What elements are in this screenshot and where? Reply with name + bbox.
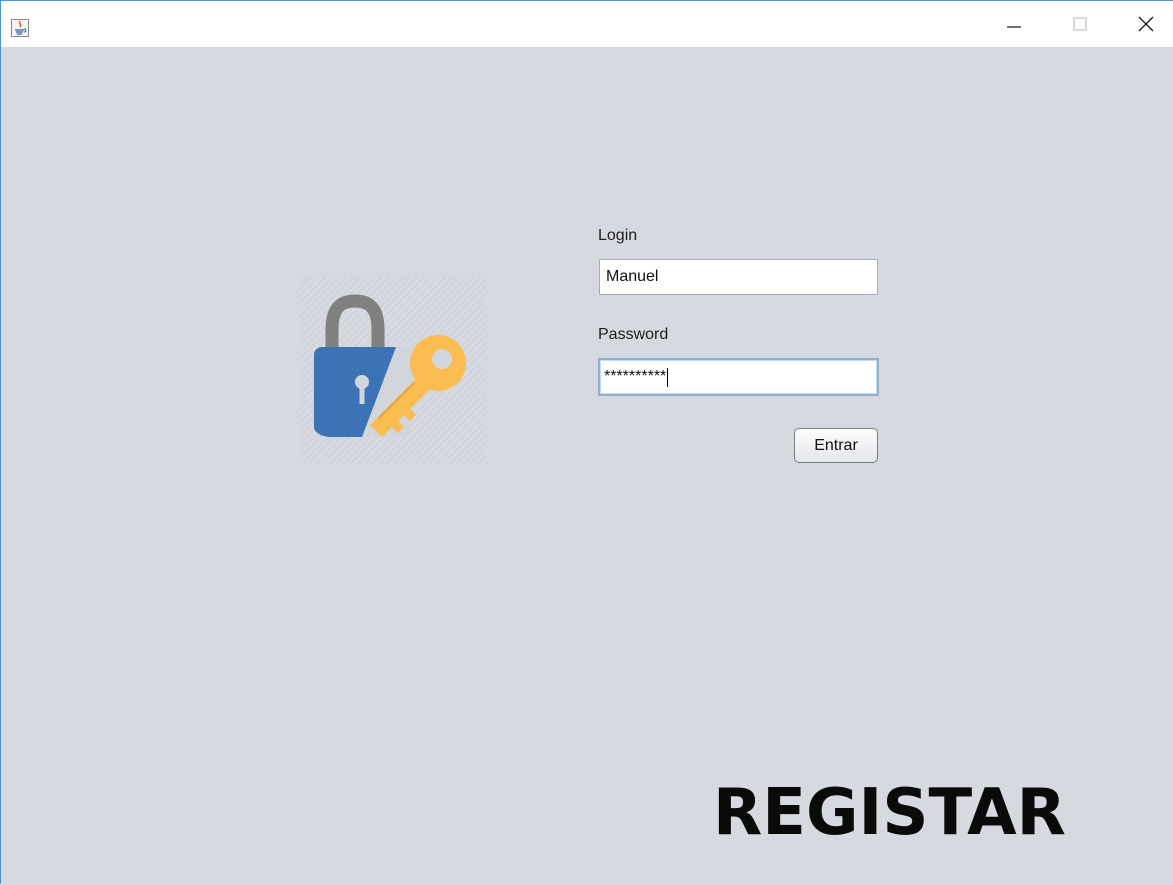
login-value: Manuel	[606, 268, 659, 285]
java-icon[interactable]	[11, 19, 29, 37]
text-caret	[667, 367, 669, 387]
password-value: **********	[604, 368, 667, 385]
maximize-icon	[1073, 17, 1087, 31]
minimize-button[interactable]	[991, 1, 1037, 47]
logo-image	[300, 277, 486, 463]
password-label: Password	[598, 326, 669, 343]
title-bar[interactable]	[1, 1, 1173, 47]
padlock-key-icon	[314, 294, 466, 437]
login-panel: Login Manuel Password ********** Entrar …	[1, 47, 1173, 885]
entrar-button[interactable]: Entrar	[794, 428, 878, 463]
app-window: Login Manuel Password ********** Entrar …	[0, 0, 1173, 885]
login-label: Login	[598, 227, 638, 244]
maximize-button[interactable]	[1057, 1, 1103, 47]
close-button[interactable]	[1123, 1, 1169, 47]
close-icon	[1138, 16, 1154, 32]
minimize-icon	[1007, 26, 1021, 28]
registar-link[interactable]: REGISTAR	[713, 773, 1093, 853]
password-field[interactable]: **********	[598, 358, 879, 396]
login-field[interactable]: Manuel	[599, 259, 878, 295]
